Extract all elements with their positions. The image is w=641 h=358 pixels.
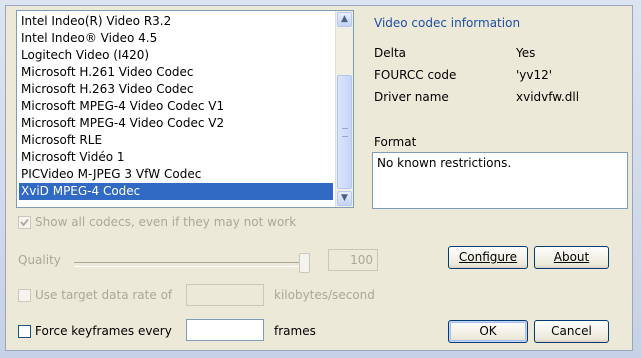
codec-info-panel: Video codec information Delta Yes FOURCC… [364, 10, 628, 209]
keyframes-unit-label: frames [274, 324, 316, 338]
codec-list-item[interactable]: PICVideo M-JPEG 3 VfW Codec [19, 166, 333, 183]
scroll-up-arrow-icon[interactable]: ▲ [337, 12, 352, 27]
configure-button-label: Configure [458, 250, 518, 264]
fourcc-label: FOURCC code [374, 68, 457, 82]
codec-list-item[interactable]: Microsoft H.261 Video Codec [19, 64, 333, 81]
codec-list-item[interactable]: Intel Indeo® Video 4.5 [19, 30, 333, 47]
ok-button[interactable]: OK [448, 320, 528, 343]
scroll-down-arrow-icon[interactable]: ▼ [337, 191, 352, 206]
window-frame: Intel Indeo(R) Video R3.2 Intel Indeo® V… [0, 0, 641, 358]
format-textbox[interactable]: No known restrictions. [372, 152, 628, 209]
scroll-grip-icon [342, 128, 348, 137]
driver-name-label: Driver name [374, 90, 449, 104]
ok-button-label: OK [479, 324, 497, 338]
target-data-rate-label: Use target data rate of [35, 288, 173, 302]
force-keyframes-label: Force keyframes every [35, 324, 172, 338]
about-button[interactable]: About [534, 246, 609, 269]
cancel-button-label: Cancel [551, 324, 592, 338]
format-label: Format [374, 135, 417, 149]
info-title: Video codec information [374, 16, 521, 30]
delta-value: Yes [516, 46, 536, 60]
quality-value-field[interactable]: 100 [328, 249, 378, 271]
cancel-button[interactable]: Cancel [534, 320, 609, 343]
target-data-rate-unit: kilobytes/second [274, 288, 375, 302]
video-compression-dialog: Intel Indeo(R) Video R3.2 Intel Indeo® V… [5, 5, 633, 351]
target-data-rate-checkbox[interactable] [18, 289, 31, 302]
show-all-codecs-label: Show all codecs, even if they may not wo… [35, 215, 297, 229]
codec-list-scrollbar[interactable]: ▲ ▼ [335, 11, 353, 207]
show-all-codecs-checkbox[interactable] [18, 216, 31, 229]
codec-list-item[interactable]: Logitech Video (I420) [19, 47, 333, 64]
codec-list-item[interactable]: Microsoft MPEG-4 Video Codec V1 [19, 98, 333, 115]
quality-slider-track[interactable] [74, 262, 306, 267]
codec-listbox[interactable]: Intel Indeo(R) Video R3.2 Intel Indeo® V… [16, 10, 354, 208]
codec-list-item[interactable]: Microsoft RLE [19, 132, 333, 149]
force-keyframes-checkbox[interactable] [18, 325, 31, 338]
scroll-thumb[interactable] [337, 75, 352, 189]
delta-label: Delta [374, 46, 407, 60]
about-button-label: About [553, 250, 590, 264]
checkmark-icon [20, 218, 29, 227]
fourcc-value: 'yv12' [516, 68, 553, 82]
configure-button[interactable]: Configure [448, 246, 528, 269]
codec-list-item[interactable]: Microsoft MPEG-4 Video Codec V2 [19, 115, 333, 132]
keyframes-interval-field[interactable] [186, 319, 264, 341]
driver-name-value: xvidvfw.dll [516, 90, 580, 104]
target-data-rate-field[interactable] [186, 284, 264, 306]
quality-slider-thumb[interactable] [299, 253, 310, 273]
codec-list-item-selected[interactable]: XviD MPEG-4 Codec [19, 183, 333, 200]
codec-list-item[interactable]: Microsoft H.263 Video Codec [19, 81, 333, 98]
quality-label: Quality [18, 253, 61, 267]
codec-list-item[interactable]: Microsoft Vidéo 1 [19, 149, 333, 166]
codec-list-item[interactable]: Intel Indeo(R) Video R3.2 [19, 13, 333, 30]
